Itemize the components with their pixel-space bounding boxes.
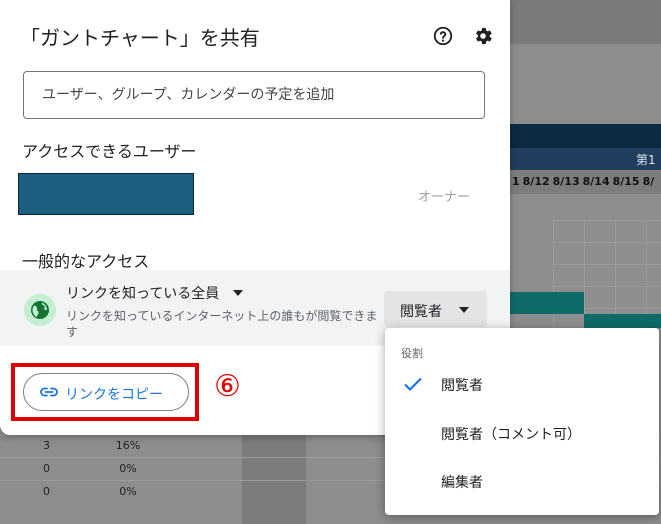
role-menu-header: 役割 [401,347,423,360]
globe-badge [24,294,56,326]
role-option-label: 閲覧者 [441,378,483,394]
role-option-editor[interactable]: 編集者 [385,458,659,506]
week-label: 第1 [636,153,656,167]
gear-icon[interactable] [472,25,494,47]
date-cell: 8/13 [552,175,580,188]
role-menu: 役割 閲覧者 閲覧者（コメント可） 編集者 [385,328,659,515]
owner-label: オーナー [418,190,471,205]
date-cell: 8/ [642,175,655,188]
gantt-bar [584,314,661,328]
role-option-label: 編集者 [441,475,483,491]
role-dropdown-button[interactable]: 閲覧者 [384,291,487,327]
gantt-header-band [510,124,661,148]
annotation-step-number: ⑥ [214,369,241,404]
date-cell: 8/14 [582,175,610,188]
globe-icon [31,301,49,319]
annotation-highlight-box [11,363,199,421]
redacted-user [18,173,194,215]
link-description: リンクを知っているインターネット上の誰もが閲覧できます [66,309,378,339]
role-option-commenter[interactable]: 閲覧者（コメント可） [385,410,659,458]
row-percent: 0% [119,485,137,498]
role-option-label: 閲覧者（コメント可） [441,427,581,443]
dialog-title: 「ガントチャート」を共有 [20,26,260,50]
row-percent: 0% [119,462,137,475]
general-access-heading: 一般的なアクセス [22,252,150,271]
link-scope-dropdown[interactable]: リンクを知っている全員 [66,283,219,303]
row-count: 0 [43,462,50,475]
date-cell: 8/12 [522,175,550,188]
date-cell: 1 [512,175,520,188]
check-icon [404,377,422,392]
gantt-bar [510,292,584,314]
row-count: 3 [43,439,50,452]
row-count: 0 [43,485,50,498]
role-button-label: 閲覧者 [400,304,442,320]
date-cell: 8/15 [612,175,640,188]
chevron-down-icon[interactable] [233,290,243,296]
chevron-down-icon [459,307,469,313]
add-people-input[interactable]: ユーザー、グループ、カレンダーの予定を追加 [23,71,485,119]
row-percent: 16% [115,439,141,452]
date-header-row: 1 8/12 8/13 8/14 8/15 8/ [510,170,661,194]
access-heading: アクセスできるユーザー [22,142,197,161]
help-icon[interactable] [432,25,454,47]
role-option-viewer[interactable]: 閲覧者 [385,361,659,409]
